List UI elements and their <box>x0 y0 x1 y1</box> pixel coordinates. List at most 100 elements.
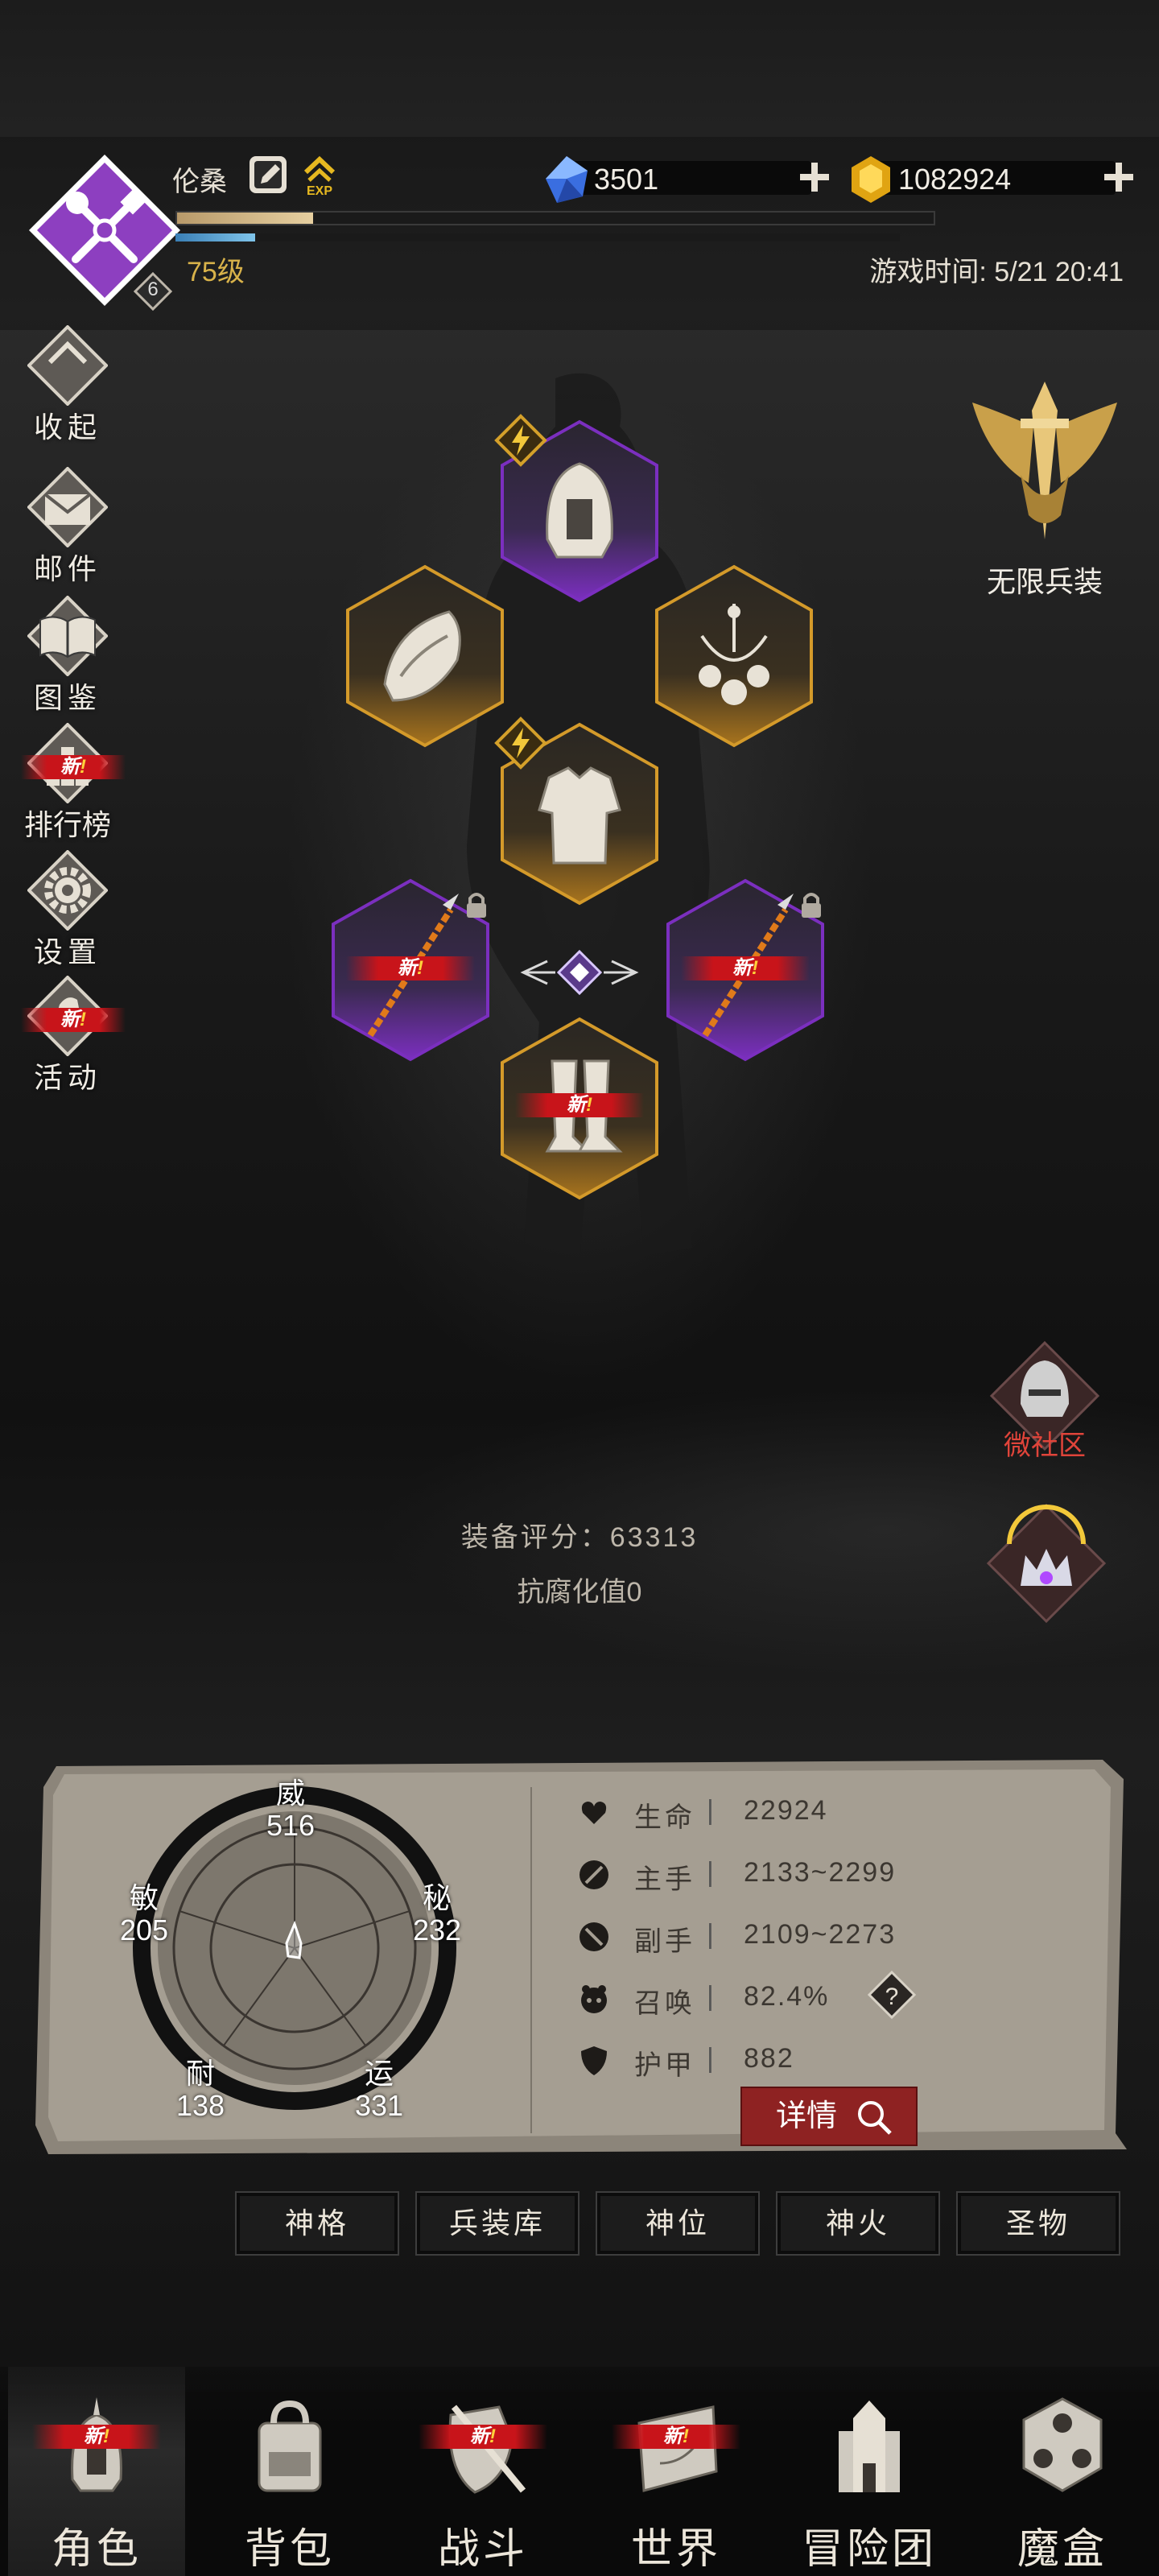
nav-tab-helmet[interactable]: 角色 新! <box>8 2367 185 2576</box>
nav-tab-map-scroll[interactable]: 世界 新! <box>588 2367 765 2576</box>
attr-mi: 秘 232 <box>388 1882 486 1950</box>
lock-icon <box>800 890 823 919</box>
exp-bar <box>175 211 935 225</box>
weapon-link-icon[interactable] <box>515 947 644 998</box>
nav-tab-backpack[interactable]: 背包 <box>201 2367 378 2576</box>
stat-row: 生命 | 22924 <box>578 1792 932 1833</box>
details-label: 详情 <box>776 2099 838 2133</box>
exp-icon: EXP <box>298 151 341 198</box>
tab-armory[interactable]: 兵装库 <box>415 2191 580 2256</box>
new-badge: 新! <box>32 2425 161 2449</box>
exp-label: EXP <box>307 184 332 196</box>
pauldron-icon <box>346 564 504 748</box>
equipment-slot-head[interactable] <box>494 414 660 604</box>
side-menu-label: 邮件 <box>33 552 101 585</box>
tab-god-rank[interactable]: 神位 <box>596 2191 760 2256</box>
nav-label: 背包 <box>244 2526 335 2573</box>
mana-bar <box>175 233 900 242</box>
nav-label: 战斗 <box>437 2526 528 2573</box>
mail-button[interactable]: 邮件 <box>13 467 122 588</box>
equipment-slot-shoulder[interactable] <box>344 564 505 749</box>
stat-row: 护甲 | 882 <box>578 2040 932 2081</box>
stat-value: 2133~2299 <box>744 1857 897 1888</box>
stat-name: 生命 <box>634 1802 695 1833</box>
gold-value: 1082924 <box>898 163 1012 196</box>
castle-icon <box>839 2401 900 2492</box>
attr-wei: 威 516 <box>241 1777 340 1845</box>
equipment-slot-chest[interactable] <box>494 716 660 906</box>
stat-separator: | <box>707 1795 714 1826</box>
gear-icon <box>27 850 108 931</box>
side-menu-label: 图鉴 <box>33 681 101 714</box>
level-badge: 6 <box>133 271 173 312</box>
stat-name: 护甲 <box>634 2050 695 2081</box>
nav-label: 魔盒 <box>1017 2526 1107 2573</box>
necklace-icon <box>655 564 813 748</box>
tab-divinity[interactable]: 神格 <box>235 2191 399 2256</box>
stat-separator: | <box>707 1919 714 1950</box>
collapse-menu-button[interactable]: 收起 <box>13 325 122 446</box>
new-badge: 新! <box>419 2425 547 2449</box>
diamond-currency: 3501 <box>541 155 840 203</box>
magnifier-icon <box>858 2101 892 2135</box>
attr-min: 敏 205 <box>95 1882 193 1950</box>
new-badge: 新! <box>21 1008 126 1032</box>
settings-button[interactable]: 设置 <box>13 850 122 971</box>
equipment-slot-off-hand[interactable]: 新! <box>665 877 826 1063</box>
sword-icon <box>580 1860 608 1889</box>
help-icon[interactable]: ? <box>868 1971 916 2019</box>
summon-icon <box>581 1985 607 2013</box>
infinite-arms-button[interactable]: 无限兵装 <box>956 378 1133 604</box>
winged-sword-icon <box>972 382 1117 539</box>
stat-value: 22924 <box>744 1795 828 1826</box>
gold-crystal-icon <box>852 156 890 203</box>
mail-icon <box>27 467 108 547</box>
add-diamond-icon[interactable] <box>797 159 832 195</box>
attr-nai: 耐 138 <box>151 2058 250 2125</box>
cube-icon <box>1022 2397 1103 2492</box>
book-icon <box>27 596 108 676</box>
tab-relics[interactable]: 圣物 <box>956 2191 1120 2256</box>
nav-label: 世界 <box>630 2526 721 2573</box>
equipment-slot-accessory[interactable] <box>654 564 815 749</box>
backpack-icon <box>258 2400 322 2492</box>
stat-value: 882 <box>744 2043 794 2074</box>
new-badge: 新! <box>515 1093 644 1117</box>
crown-event-button[interactable] <box>980 1497 1112 1626</box>
community-button[interactable]: 微社区 <box>972 1340 1117 1476</box>
stat-value: 2109~2273 <box>744 1919 897 1950</box>
details-button[interactable]: 详情 <box>740 2087 918 2146</box>
nav-label: 冒险团 <box>801 2526 937 2573</box>
nav-tab-shield-sword[interactable]: 战斗 新! <box>394 2367 571 2576</box>
community-label: 微社区 <box>1004 1430 1086 1461</box>
attr-yun: 运 331 <box>330 2058 428 2125</box>
side-menu-label: 活动 <box>33 1061 101 1094</box>
stat-separator: | <box>707 2043 714 2074</box>
tab-divine-fire[interactable]: 神火 <box>776 2191 940 2256</box>
new-badge: 新! <box>21 755 126 779</box>
equipment-slot-main-hand[interactable]: 新! <box>330 877 491 1063</box>
edit-name-icon[interactable] <box>246 153 290 196</box>
nav-tab-cube[interactable]: 魔盒 <box>974 2367 1151 2576</box>
new-badge: 新! <box>612 2425 740 2449</box>
equipment-slot-legs[interactable]: 新! <box>499 1016 660 1201</box>
side-menu-label: 排行榜 <box>23 808 111 841</box>
codex-button[interactable]: 图鉴 <box>13 596 122 716</box>
stat-name: 主手 <box>634 1864 695 1895</box>
add-gold-icon[interactable] <box>1101 159 1136 195</box>
nav-label: 角色 <box>51 2526 142 2573</box>
offhand-icon <box>580 1922 608 1951</box>
crown-icon <box>986 1503 1107 1624</box>
nav-tab-castle[interactable]: 冒险团 <box>781 2367 958 2576</box>
enhance-bolt-icon <box>494 414 547 467</box>
exp-bar-fill <box>177 213 314 224</box>
leaderboard-button[interactable]: 新! 排行榜 <box>13 723 126 844</box>
side-menu-label: 收起 <box>33 411 101 444</box>
stat-name: 副手 <box>634 1926 695 1957</box>
side-menu-label: 设置 <box>33 935 101 968</box>
stat-value: 82.4% <box>744 1981 830 2012</box>
level-badge-number: 6 <box>147 279 159 300</box>
events-button[interactable]: 新! 活动 <box>13 976 126 1096</box>
heart-icon <box>581 1802 607 1824</box>
svg-text:?: ? <box>885 1984 899 2010</box>
